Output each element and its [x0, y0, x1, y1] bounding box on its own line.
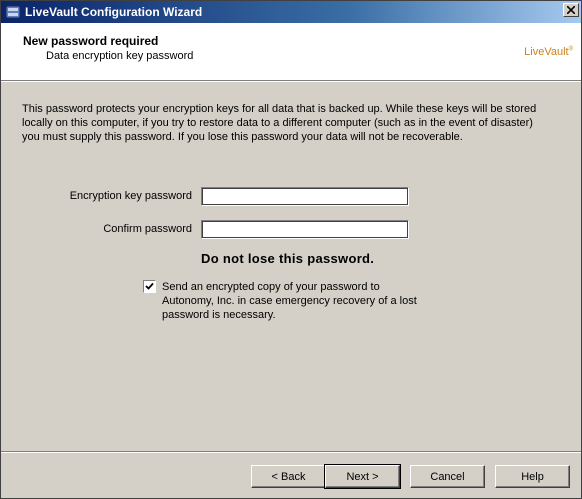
- help-button[interactable]: Help: [495, 465, 570, 488]
- intro-text: This password protects your encryption k…: [22, 103, 537, 143]
- encryption-key-input[interactable]: [201, 187, 409, 206]
- close-button[interactable]: [563, 3, 579, 17]
- back-button[interactable]: < Back: [251, 465, 326, 488]
- brand-logo: LiveVault®: [524, 46, 573, 58]
- header-divider: [1, 81, 581, 82]
- escrow-checkbox[interactable]: [143, 280, 156, 293]
- app-icon: [5, 4, 21, 20]
- encryption-key-label: Encryption key password: [69, 190, 192, 202]
- close-icon: [567, 6, 575, 14]
- brand-text: LiveVault: [524, 46, 569, 58]
- next-button[interactable]: Next >: [324, 464, 401, 489]
- title-bar[interactable]: LiveVault Configuration Wizard: [1, 1, 581, 23]
- page-subtitle: Data encryption key password: [46, 50, 194, 62]
- checkmark-icon: [145, 282, 154, 290]
- registered-mark-icon: ®: [568, 46, 573, 53]
- warning-text: Do not lose this password.: [201, 251, 375, 266]
- confirm-password-input[interactable]: [201, 220, 409, 239]
- escrow-checkbox-label[interactable]: Send an encrypted copy of your password …: [162, 280, 422, 322]
- wizard-header: New password required Data encryption ke…: [1, 23, 581, 81]
- footer-divider-highlight: [1, 452, 581, 453]
- wizard-window: LiveVault Configuration Wizard New passw…: [0, 0, 582, 499]
- page-title: New password required: [23, 34, 159, 48]
- window-title: LiveVault Configuration Wizard: [25, 5, 203, 19]
- cancel-button[interactable]: Cancel: [410, 465, 485, 488]
- confirm-password-label: Confirm password: [103, 223, 192, 235]
